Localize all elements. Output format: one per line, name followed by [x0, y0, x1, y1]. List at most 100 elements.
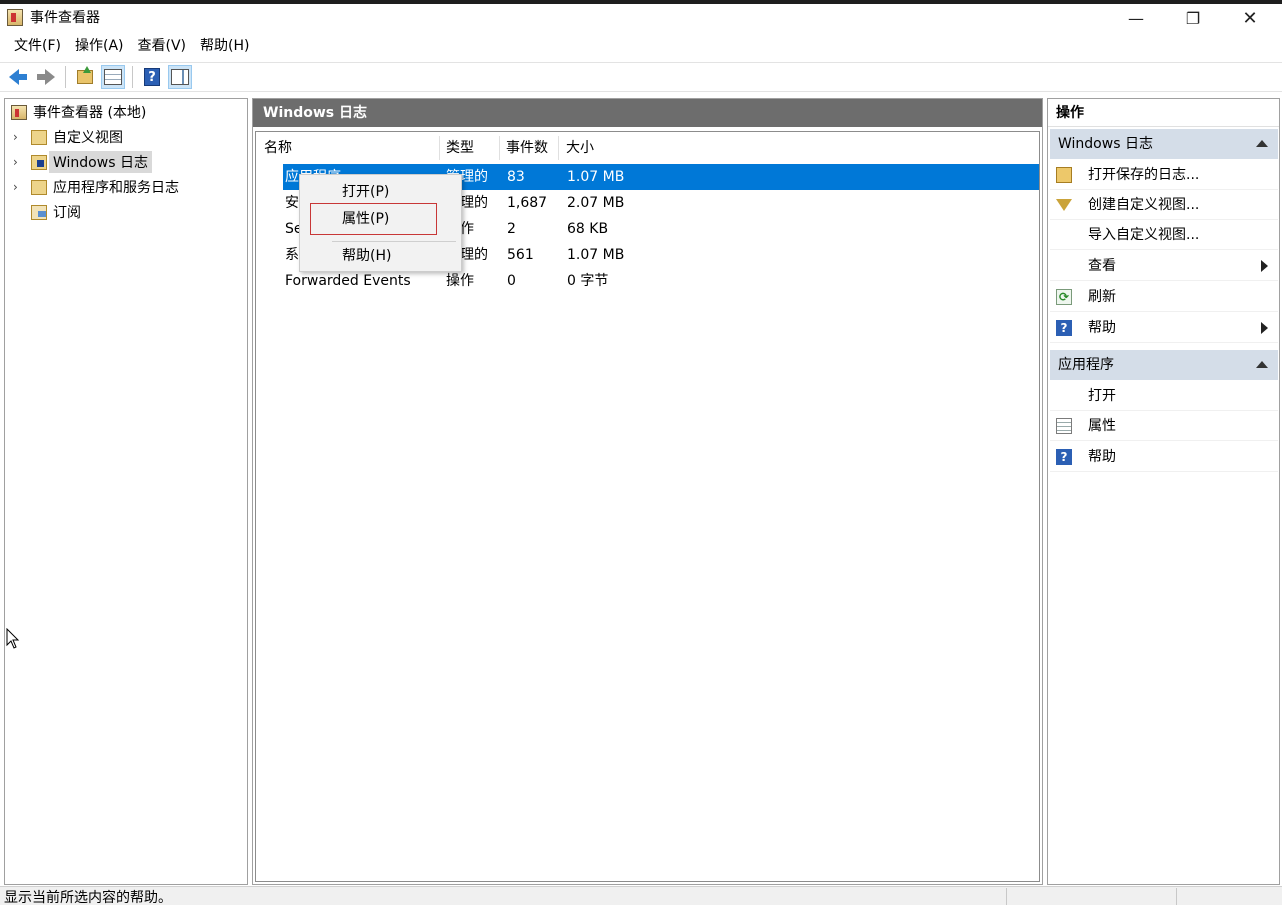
toolbar-separator: [65, 66, 66, 88]
cell-size: 2.07 MB: [567, 195, 625, 211]
restore-button[interactable]: ❐: [1165, 4, 1221, 32]
cell-size: 1.07 MB: [567, 247, 625, 263]
collapse-caret-icon[interactable]: [1256, 361, 1268, 368]
back-button[interactable]: [6, 65, 30, 89]
context-menu-separator: [332, 241, 456, 242]
action-import-custom-view[interactable]: 导入自定义视图...: [1050, 220, 1278, 250]
context-menu-open[interactable]: 打开(P): [300, 180, 461, 204]
tree-root[interactable]: 事件查看器 (本地): [5, 100, 146, 124]
column-header-name[interactable]: 名称: [264, 138, 292, 158]
collapse-caret-icon[interactable]: [1256, 140, 1268, 147]
submenu-arrow-icon: [1261, 322, 1268, 334]
forward-icon: [37, 69, 55, 85]
subscriptions-icon: [31, 204, 47, 220]
menu-file[interactable]: 文件(F): [7, 34, 68, 58]
column-header-count[interactable]: 事件数: [506, 138, 548, 158]
context-menu-properties[interactable]: 属性(P): [300, 207, 461, 231]
action-help[interactable]: ? 帮助: [1050, 313, 1278, 343]
action-label: 导入自定义视图...: [1088, 227, 1200, 243]
action-label: 打开保存的日志...: [1088, 167, 1200, 183]
action-label: 刷新: [1088, 289, 1116, 305]
filter-icon: [1056, 199, 1072, 211]
app-services-folder-icon: [31, 179, 47, 195]
forward-button[interactable]: [34, 65, 58, 89]
actions-pane: 操作 Windows 日志 打开保存的日志... 创建自定义视图... 导入自定…: [1047, 98, 1280, 885]
action-create-custom-view[interactable]: 创建自定义视图...: [1050, 190, 1278, 220]
show-hide-tree-icon: [104, 69, 122, 85]
action-pane-button[interactable]: [168, 65, 192, 89]
action-label: 帮助: [1088, 449, 1116, 465]
cell-count: 561: [507, 247, 534, 263]
windows-logs-folder-icon: [31, 154, 47, 170]
restore-icon: ❐: [1185, 8, 1201, 28]
menu-help[interactable]: 帮助(H): [193, 34, 256, 58]
cell-size: 1.07 MB: [567, 169, 625, 185]
expand-chevron-icon[interactable]: ›: [13, 130, 23, 144]
cell-count: 2: [507, 221, 516, 237]
tree-item-custom-views[interactable]: › 自定义视图: [5, 125, 123, 149]
up-one-level-button[interactable]: [73, 65, 97, 89]
open-log-folder-icon: [1056, 167, 1072, 183]
section-title: 应用程序: [1058, 357, 1114, 373]
action-help-application[interactable]: ? 帮助: [1050, 442, 1278, 472]
submenu-arrow-icon: [1261, 260, 1268, 272]
results-pane-header: Windows 日志: [253, 99, 1042, 127]
cell-count: 0: [507, 273, 516, 289]
event-viewer-app-icon: [7, 9, 23, 26]
expand-chevron-icon[interactable]: ›: [13, 155, 23, 169]
cell-size: 68 KB: [567, 221, 609, 237]
action-label: 帮助: [1088, 320, 1116, 336]
tree-item-app-services-logs[interactable]: › 应用程序和服务日志: [5, 175, 179, 199]
properties-icon: [1056, 418, 1072, 434]
tree-item-label: Windows 日志: [49, 151, 152, 173]
action-properties[interactable]: 属性: [1050, 411, 1278, 441]
action-pane-icon: [171, 69, 189, 85]
menu-bar: 文件(F) 操作(A) 查看(V) 帮助(H): [0, 34, 1282, 58]
help-icon: ?: [1056, 320, 1072, 336]
help-button[interactable]: ?: [140, 65, 164, 89]
action-label: 查看: [1088, 258, 1116, 274]
cell-count: 83: [507, 169, 525, 185]
back-icon: [9, 69, 27, 85]
action-open-saved-log[interactable]: 打开保存的日志...: [1050, 160, 1278, 190]
minimize-icon: —: [1128, 8, 1144, 28]
window-title: 事件查看器: [30, 10, 100, 26]
toolbar-separator: [132, 66, 133, 88]
menu-action[interactable]: 操作(A): [68, 34, 131, 58]
menu-view[interactable]: 查看(V): [131, 34, 194, 58]
action-open[interactable]: 打开: [1050, 381, 1278, 411]
minimize-button[interactable]: —: [1108, 4, 1164, 32]
toolbar: ?: [0, 62, 1282, 92]
tree-root-label: 事件查看器 (本地): [33, 105, 147, 121]
column-divider[interactable]: [439, 136, 440, 160]
actions-section-application[interactable]: 应用程序: [1050, 350, 1278, 380]
refresh-icon: ⟳: [1056, 289, 1072, 305]
help-icon: ?: [1056, 449, 1072, 465]
column-header-size[interactable]: 大小: [566, 138, 594, 158]
context-menu: 打开(P) 属性(P) 帮助(H): [299, 174, 462, 272]
status-divider: [1176, 888, 1177, 905]
action-view[interactable]: 查看: [1050, 251, 1278, 281]
expand-chevron-icon[interactable]: ›: [13, 180, 23, 194]
custom-views-folder-icon: [31, 129, 47, 145]
column-divider[interactable]: [558, 136, 559, 160]
column-header-type[interactable]: 类型: [446, 138, 474, 158]
actions-section-windows-logs[interactable]: Windows 日志: [1050, 129, 1278, 159]
context-menu-help[interactable]: 帮助(H): [300, 244, 461, 268]
action-label: 创建自定义视图...: [1088, 197, 1200, 213]
close-button[interactable]: ✕: [1222, 4, 1278, 32]
tree-item-subscriptions[interactable]: 订阅: [5, 200, 81, 224]
action-label: 属性: [1088, 418, 1116, 434]
close-icon: ✕: [1242, 7, 1258, 29]
folder-up-icon: [77, 66, 93, 84]
help-icon: ?: [144, 68, 160, 86]
tree-item-label: 订阅: [53, 205, 81, 221]
column-divider[interactable]: [499, 136, 500, 160]
tree-item-label: 应用程序和服务日志: [53, 180, 179, 196]
action-refresh[interactable]: ⟳ 刷新: [1050, 282, 1278, 312]
show-hide-tree-button[interactable]: [101, 65, 125, 89]
cell-count: 1,687: [507, 195, 548, 211]
tree-item-label: 自定义视图: [53, 130, 123, 146]
tree-item-windows-logs[interactable]: › Windows 日志: [5, 150, 152, 174]
console-tree: 事件查看器 (本地) › 自定义视图 › Windows 日志 › 应用程序和服…: [4, 98, 248, 885]
